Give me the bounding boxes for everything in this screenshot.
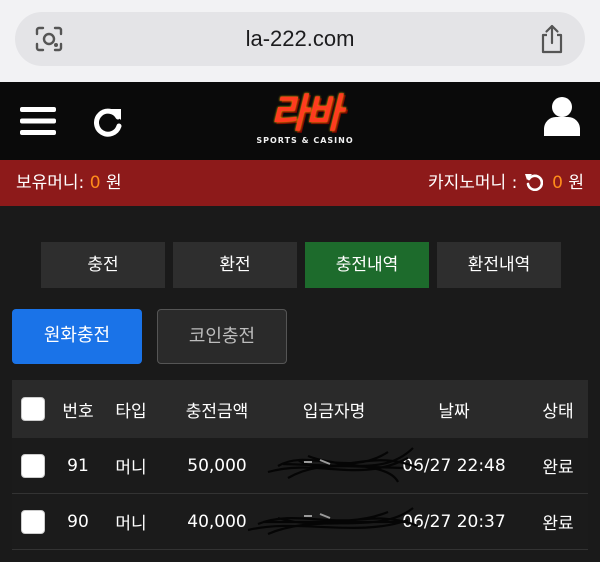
user-profile-icon[interactable] <box>544 96 580 136</box>
casino-money-label: 카지노머니 : <box>427 173 518 193</box>
casino-money-value: 0 <box>552 173 563 193</box>
select-all-cell <box>18 380 48 438</box>
site-logo[interactable]: 라바 SPORTS & CASINO <box>245 92 365 154</box>
casino-money-unit: 원 <box>568 173 584 193</box>
row-date: 06/27 22:48 <box>402 455 506 476</box>
header-depositor: 입금자명 <box>302 401 366 422</box>
krw-deposit-button[interactable]: 원화충전 <box>12 309 142 364</box>
tab-withdraw[interactable]: 환전 <box>173 242 297 288</box>
row-amount: 50,000 <box>187 455 247 476</box>
tab-deposit-history[interactable]: 충전내역 <box>305 242 429 288</box>
row-checkbox[interactable] <box>21 509 45 534</box>
tab-deposit[interactable]: 충전 <box>41 242 165 288</box>
row-select-cell <box>18 494 48 549</box>
row-depositor <box>272 438 396 493</box>
url-text: la-222.com <box>245 26 355 51</box>
row-number: 90 <box>67 511 89 532</box>
row-depositor <box>272 494 396 549</box>
holding-money: 보유머니: 0 원 <box>16 160 122 206</box>
coin-deposit-button[interactable]: 코인충전 <box>157 309 287 364</box>
refresh-icon[interactable] <box>92 106 124 138</box>
url-field[interactable]: la-222.com <box>15 12 585 66</box>
table-row: 91 머니 50,000 06/27 22:48 완료 <box>12 438 588 494</box>
casino-money: 카지노머니 : 0 원 <box>428 160 584 206</box>
header-type: 타입 <box>115 401 147 422</box>
row-checkbox[interactable] <box>21 453 45 478</box>
row-type: 머니 <box>115 514 147 534</box>
header-date: 날짜 <box>438 401 470 422</box>
row-select-cell <box>18 438 48 493</box>
header-status: 상태 <box>542 401 574 422</box>
share-icon[interactable] <box>539 24 565 54</box>
row-amount: 40,000 <box>187 511 247 532</box>
casino-refresh-icon[interactable] <box>524 173 543 191</box>
logo-subtext: SPORTS & CASINO <box>256 136 354 145</box>
browser-address-bar: la-222.com <box>0 0 600 82</box>
row-type: 머니 <box>115 458 147 478</box>
row-number: 91 <box>67 455 89 476</box>
table-header: 번호 타입 충전금액 입금자명 날짜 상태 <box>12 380 588 438</box>
header-number: 번호 <box>62 401 94 422</box>
tab-withdraw-history[interactable]: 환전내역 <box>437 242 561 288</box>
holding-money-label: 보유머니: <box>16 173 85 193</box>
hamburger-menu-icon[interactable] <box>20 105 56 137</box>
row-status: 완료 <box>542 514 574 534</box>
site-header: 라바 SPORTS & CASINO <box>0 82 600 160</box>
table-row: 90 머니 40,000 06/27 20:37 완료 <box>12 494 588 550</box>
select-all-checkbox[interactable] <box>21 397 45 421</box>
row-status: 완료 <box>542 458 574 478</box>
row-date: 06/27 20:37 <box>402 511 506 532</box>
logo-text: 라바 <box>270 91 342 137</box>
header-amount: 충전금액 <box>185 401 249 422</box>
main-tabs: 충전 환전 충전내역 환전내역 <box>41 242 561 288</box>
holding-money-value: 0 <box>89 173 101 193</box>
deposit-history-table: 번호 타입 충전금액 입금자명 날짜 상태 91 머니 50,000 06/27… <box>12 380 588 550</box>
balance-bar: 보유머니: 0 원 카지노머니 : 0 원 <box>0 160 600 206</box>
holding-money-unit: 원 <box>105 173 122 193</box>
